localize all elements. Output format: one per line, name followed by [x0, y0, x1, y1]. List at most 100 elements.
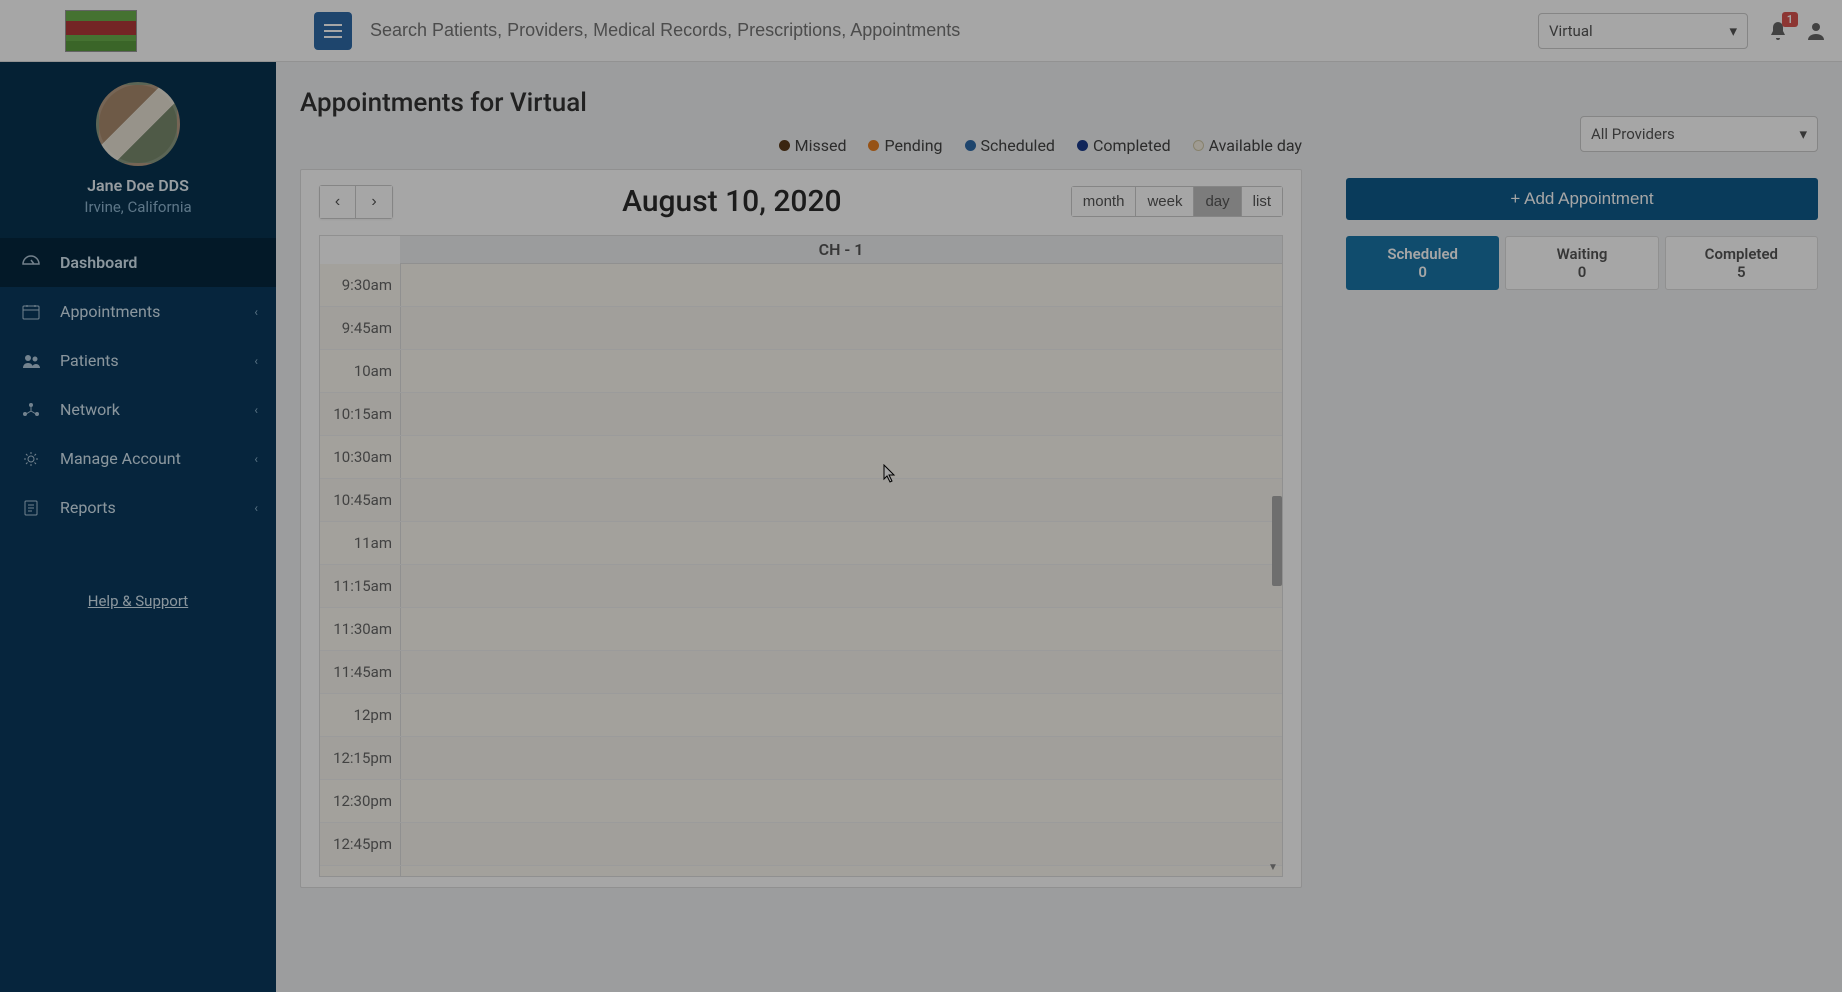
- menu-toggle-button[interactable]: [314, 12, 352, 50]
- tab-waiting[interactable]: Waiting 0: [1505, 236, 1658, 290]
- sidebar-item-label: Reports: [60, 498, 116, 517]
- time-cell[interactable]: [400, 565, 1282, 607]
- time-row[interactable]: 11:45am: [320, 651, 1282, 694]
- time-label: 11:45am: [320, 651, 400, 693]
- calendar-header: ‹ › August 10, 2020 month week day list: [301, 170, 1301, 227]
- sidebar-item-appointments[interactable]: Appointments ‹: [0, 287, 276, 336]
- calendar-date: August 10, 2020: [393, 184, 1071, 219]
- time-label: 12:30pm: [320, 780, 400, 822]
- sidebar-item-label: Dashboard: [60, 253, 137, 272]
- calendar-nav-arrows: ‹ ›: [319, 185, 393, 219]
- scrollbar-thumb[interactable]: [1272, 496, 1282, 586]
- avatar: [96, 82, 180, 166]
- notification-badge: 1: [1782, 12, 1798, 27]
- view-day-button[interactable]: day: [1194, 187, 1241, 216]
- view-week-button[interactable]: week: [1136, 187, 1194, 216]
- time-cell[interactable]: [400, 823, 1282, 865]
- time-row[interactable]: 10:30am: [320, 436, 1282, 479]
- time-row[interactable]: 9:45am: [320, 307, 1282, 350]
- sidebar-item-label: Network: [60, 400, 120, 419]
- location-select[interactable]: Virtual ▾: [1538, 13, 1748, 49]
- view-list-button[interactable]: list: [1242, 187, 1282, 216]
- tab-label: Waiting: [1510, 245, 1653, 263]
- time-cell[interactable]: [400, 608, 1282, 650]
- time-label: 1pm: [320, 866, 400, 876]
- time-row[interactable]: 12:45pm: [320, 823, 1282, 866]
- chevron-left-icon: ‹: [254, 452, 258, 466]
- tab-completed[interactable]: Completed 5: [1665, 236, 1818, 290]
- page-title: Appointments for Virtual: [300, 88, 1302, 118]
- gear-icon: [22, 451, 46, 467]
- time-cell[interactable]: [400, 479, 1282, 521]
- sidebar-item-patients[interactable]: Patients ‹: [0, 336, 276, 385]
- profile-name: Jane Doe DDS: [10, 176, 266, 195]
- time-row[interactable]: 12:30pm: [320, 780, 1282, 823]
- calendar-channel-header: CH - 1: [400, 236, 1282, 264]
- calendar-card: ‹ › August 10, 2020 month week day list …: [300, 169, 1302, 888]
- scroll-down-icon[interactable]: ▼: [1264, 860, 1282, 876]
- legend-pending: Pending: [868, 136, 942, 155]
- sidebar-item-network[interactable]: Network ‹: [0, 385, 276, 434]
- sidebar-item-label: Manage Account: [60, 449, 181, 468]
- time-label: 12pm: [320, 694, 400, 736]
- time-row[interactable]: 9:30am: [320, 264, 1282, 307]
- time-label: 11:30am: [320, 608, 400, 650]
- legend-available: Available day: [1193, 136, 1302, 155]
- time-label: 9:45am: [320, 307, 400, 349]
- sidebar-nav: Dashboard Appointments ‹ Patients ‹: [0, 238, 276, 532]
- time-row[interactable]: 11am: [320, 522, 1282, 565]
- time-row[interactable]: 12:15pm: [320, 737, 1282, 780]
- legend-scheduled: Scheduled: [965, 136, 1055, 155]
- time-cell[interactable]: [400, 780, 1282, 822]
- providers-select[interactable]: All Providers ▾: [1580, 116, 1818, 152]
- time-cell[interactable]: [400, 307, 1282, 349]
- view-month-button[interactable]: month: [1072, 187, 1137, 216]
- chevron-left-icon: ‹: [254, 403, 258, 417]
- time-cell[interactable]: [400, 393, 1282, 435]
- appointments-icon: [22, 304, 46, 320]
- time-cell[interactable]: [400, 264, 1282, 306]
- time-label: 9:30am: [320, 264, 400, 306]
- time-row[interactable]: 10:45am: [320, 479, 1282, 522]
- sidebar-item-dashboard[interactable]: Dashboard: [0, 238, 276, 287]
- brand-logo: [16, 10, 186, 52]
- add-appointment-button[interactable]: + Add Appointment: [1346, 178, 1818, 220]
- time-cell[interactable]: [400, 866, 1282, 876]
- time-cell[interactable]: [400, 694, 1282, 736]
- time-cell[interactable]: [400, 651, 1282, 693]
- reports-icon: [22, 500, 46, 516]
- time-label: 11:15am: [320, 565, 400, 607]
- help-support-link[interactable]: Help & Support: [0, 572, 276, 630]
- tab-label: Scheduled: [1351, 245, 1494, 263]
- app-root: Virtual ▾ 1 Jane Doe DDS Irvine, Califor…: [0, 0, 1842, 992]
- calendar-next-button[interactable]: ›: [356, 186, 392, 218]
- tab-scheduled[interactable]: Scheduled 0: [1346, 236, 1499, 290]
- time-row[interactable]: 11:15am: [320, 565, 1282, 608]
- legend: Missed Pending Scheduled Completed Avail…: [300, 136, 1302, 155]
- right-column: All Providers ▾ + Add Appointment Schedu…: [1346, 62, 1818, 972]
- legend-missed: Missed: [779, 136, 847, 155]
- caret-down-icon: ▾: [1729, 22, 1737, 40]
- search-input[interactable]: [370, 20, 1538, 41]
- calendar-body[interactable]: 9:30am9:45am10am10:15am10:30am10:45am11a…: [320, 264, 1282, 876]
- time-cell[interactable]: [400, 737, 1282, 779]
- time-cell[interactable]: [400, 522, 1282, 564]
- time-row[interactable]: 1pm: [320, 866, 1282, 876]
- notifications-button[interactable]: 1: [1768, 20, 1788, 42]
- topbar: Virtual ▾ 1: [0, 0, 1842, 62]
- user-icon: [1806, 20, 1826, 42]
- user-menu-button[interactable]: [1806, 20, 1826, 42]
- time-label: 10:45am: [320, 479, 400, 521]
- tab-count: 0: [1351, 263, 1494, 281]
- time-row[interactable]: 12pm: [320, 694, 1282, 737]
- time-row[interactable]: 10am: [320, 350, 1282, 393]
- chevron-left-icon: ‹: [254, 354, 258, 368]
- time-cell[interactable]: [400, 436, 1282, 478]
- sidebar-item-manage-account[interactable]: Manage Account ‹: [0, 434, 276, 483]
- time-row[interactable]: 11:30am: [320, 608, 1282, 651]
- time-row[interactable]: 10:15am: [320, 393, 1282, 436]
- calendar-prev-button[interactable]: ‹: [320, 186, 356, 218]
- caret-down-icon: ▾: [1799, 125, 1807, 143]
- time-cell[interactable]: [400, 350, 1282, 392]
- sidebar-item-reports[interactable]: Reports ‹: [0, 483, 276, 532]
